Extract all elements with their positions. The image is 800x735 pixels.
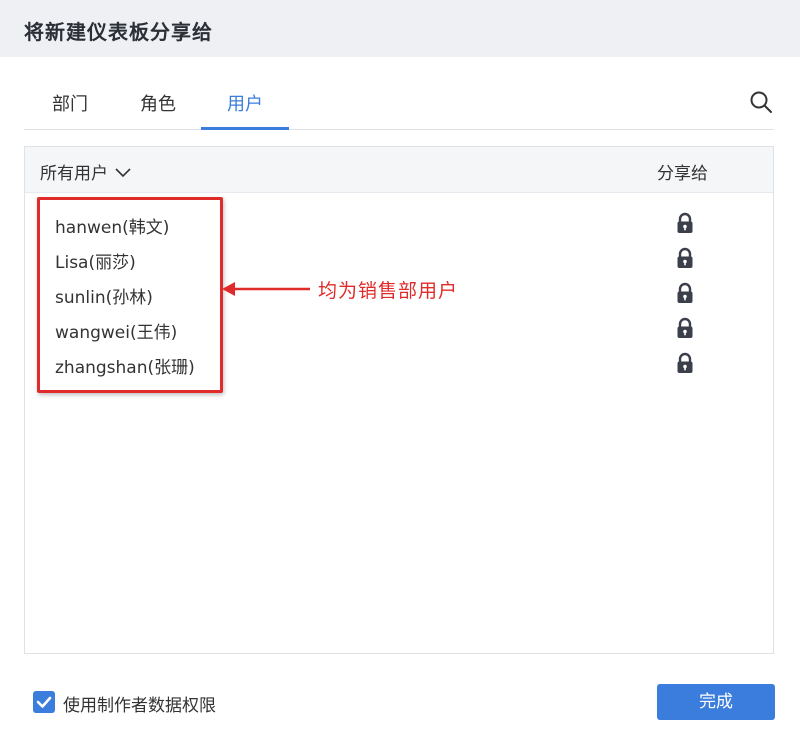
chevron-down-icon	[114, 164, 132, 182]
tab-user[interactable]: 用户	[201, 90, 289, 130]
user-filter-dropdown[interactable]: 所有用户	[40, 159, 132, 184]
search-icon[interactable]	[749, 90, 773, 114]
tab-role[interactable]: 角色	[138, 90, 178, 130]
lock-icon[interactable]	[676, 352, 694, 374]
filter-label: 所有用户	[40, 164, 108, 184]
active-tab-indicator	[201, 127, 289, 130]
creator-permission-checkbox[interactable]	[33, 691, 55, 713]
checkmark-icon	[36, 696, 52, 708]
lock-icon[interactable]	[676, 247, 694, 269]
done-button[interactable]: 完成	[657, 684, 775, 720]
dialog-title: 将新建仪表板分享给	[24, 20, 213, 44]
annotation-arrow-icon	[222, 279, 312, 299]
lock-icon[interactable]	[676, 282, 694, 304]
dialog-header: 将新建仪表板分享给	[0, 0, 800, 57]
share-column-title: 分享给	[657, 164, 708, 184]
lock-icon[interactable]	[676, 317, 694, 339]
creator-permission-label: 使用制作者数据权限	[63, 696, 216, 716]
annotation-text: 均为销售部用户	[318, 280, 459, 302]
lock-icon[interactable]	[676, 212, 694, 234]
list-header: 所有用户 分享给	[25, 147, 773, 193]
tab-department[interactable]: 部门	[50, 90, 90, 130]
annotation-highlight-box	[37, 197, 223, 393]
tab-bar: 部门 角色 用户	[24, 80, 774, 130]
